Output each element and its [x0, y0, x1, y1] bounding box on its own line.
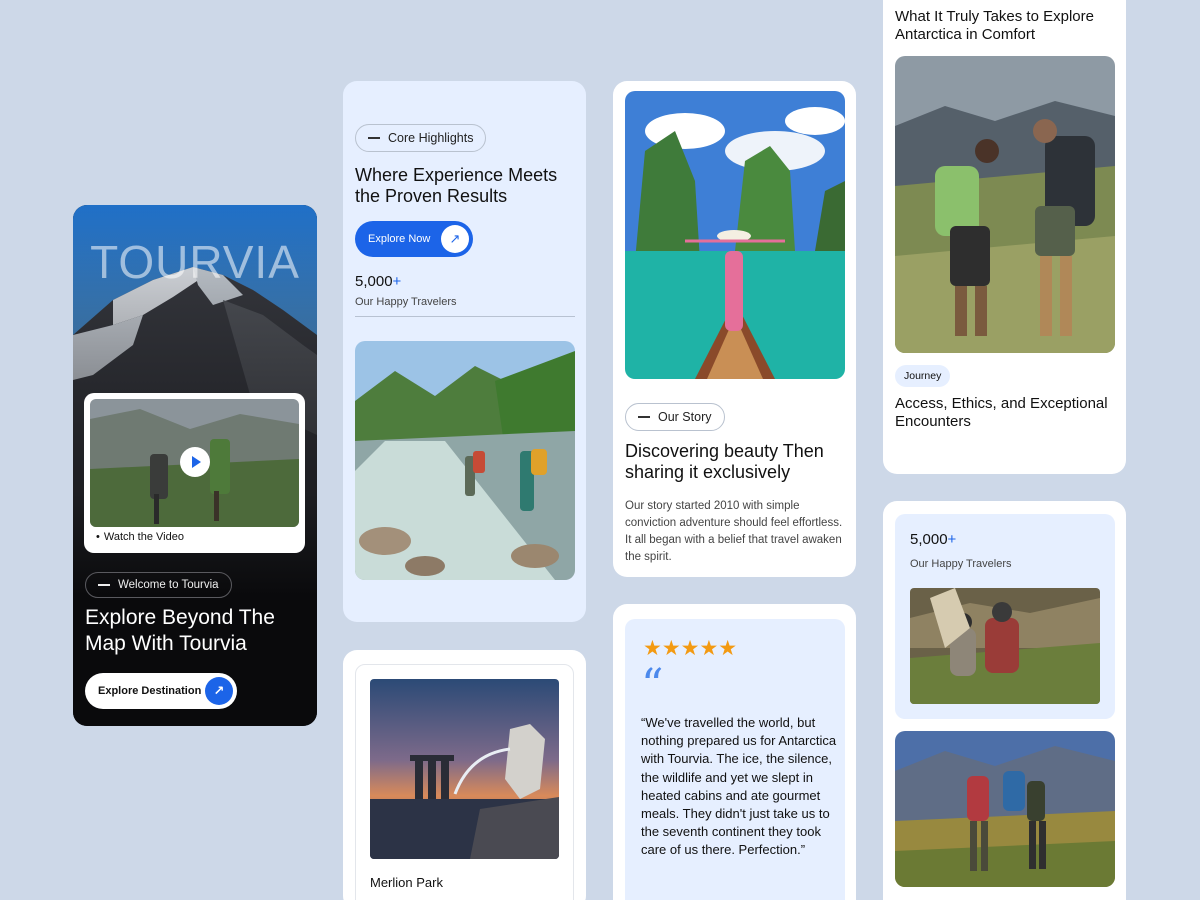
- river-hikers-image: [355, 341, 575, 580]
- quote-icon: “: [641, 660, 664, 711]
- travelers-count: 5,000+: [910, 531, 956, 548]
- story-title: Discovering beauty Then sharing it exclu…: [625, 441, 824, 482]
- core-highlights-pill: Core Highlights: [355, 124, 487, 152]
- core-highlights-card: Core Highlights Where Experience Meets t…: [343, 81, 586, 622]
- journey-tag[interactable]: Journey: [895, 365, 951, 387]
- arrow-up-right-icon: ↗: [441, 225, 469, 253]
- explore-now-button[interactable]: Explore Now ↗: [355, 221, 473, 257]
- antarctica-article-card[interactable]: What It Truly Takes to Explore Antarctic…: [883, 0, 1126, 474]
- merlion-park-label: Merlion Park: [370, 875, 443, 890]
- review-text: “We've travelled the world, but nothing …: [641, 715, 837, 858]
- happy-travelers-count: 5,000+: [355, 273, 401, 290]
- play-icon: [192, 456, 201, 468]
- hero-title: Explore Beyond The Map With Tourvia: [85, 606, 275, 655]
- our-story-card: Our Story Discovering beauty Then sharin…: [613, 81, 856, 577]
- video-card[interactable]: Watch the Video: [84, 393, 305, 553]
- brand-logo-text: TOURVIA: [90, 236, 300, 288]
- arrow-up-right-icon: ↗: [205, 677, 233, 705]
- divider: [355, 316, 575, 317]
- explore-destination-button[interactable]: Explore Destination ↗: [85, 673, 237, 709]
- welcome-pill: Welcome to Tourvia: [85, 572, 232, 598]
- merlion-park-card[interactable]: Merlion Park: [343, 650, 586, 900]
- antarctica-subtitle: Access, Ethics, and Exceptional Encounte…: [895, 395, 1108, 430]
- five-star-rating-icon: ★★★★★: [643, 637, 738, 660]
- explore-destination-label: Explore Destination: [98, 685, 202, 697]
- merlion-park-image: [370, 679, 559, 859]
- core-highlights-pill-label: Core Highlights: [388, 131, 474, 145]
- our-story-pill-label: Our Story: [658, 410, 712, 424]
- dash-icon: [98, 584, 110, 586]
- stat-value: 5,000: [355, 273, 393, 290]
- stat-plus: +: [392, 273, 402, 290]
- backpackers-image: [895, 56, 1115, 353]
- antarctica-title: What It Truly Takes to Explore Antarctic…: [895, 8, 1094, 43]
- travelers-caption: Our Happy Travelers: [910, 558, 1012, 570]
- video-thumbnail: [90, 399, 299, 527]
- watch-video-label[interactable]: Watch the Video: [96, 531, 184, 543]
- highlights-title: Where Experience Meets the Proven Result…: [355, 165, 558, 206]
- travelers-value: 5,000: [910, 531, 948, 548]
- hero-card: TOURVIA Watch the Video Welcome to Tourv…: [73, 205, 317, 726]
- play-button[interactable]: [180, 447, 210, 477]
- dash-icon: [368, 137, 380, 139]
- couple-resting-image: [910, 588, 1100, 704]
- hikers-ridge-image: [895, 731, 1115, 887]
- review-card: ★★★★★ “ “We've travelled the world, but …: [613, 604, 856, 900]
- story-body: Our story started 2010 with simple convi…: [625, 500, 843, 563]
- boat-lagoon-image: [625, 91, 845, 379]
- happy-travelers-card: 5,000+ Our Happy Travelers: [883, 501, 1126, 900]
- dash-icon: [638, 416, 650, 418]
- welcome-pill-label: Welcome to Tourvia: [118, 579, 219, 591]
- our-story-pill: Our Story: [625, 403, 725, 431]
- explore-now-label: Explore Now: [368, 233, 431, 245]
- happy-travelers-caption: Our Happy Travelers: [355, 296, 457, 308]
- travelers-plus: +: [947, 531, 957, 548]
